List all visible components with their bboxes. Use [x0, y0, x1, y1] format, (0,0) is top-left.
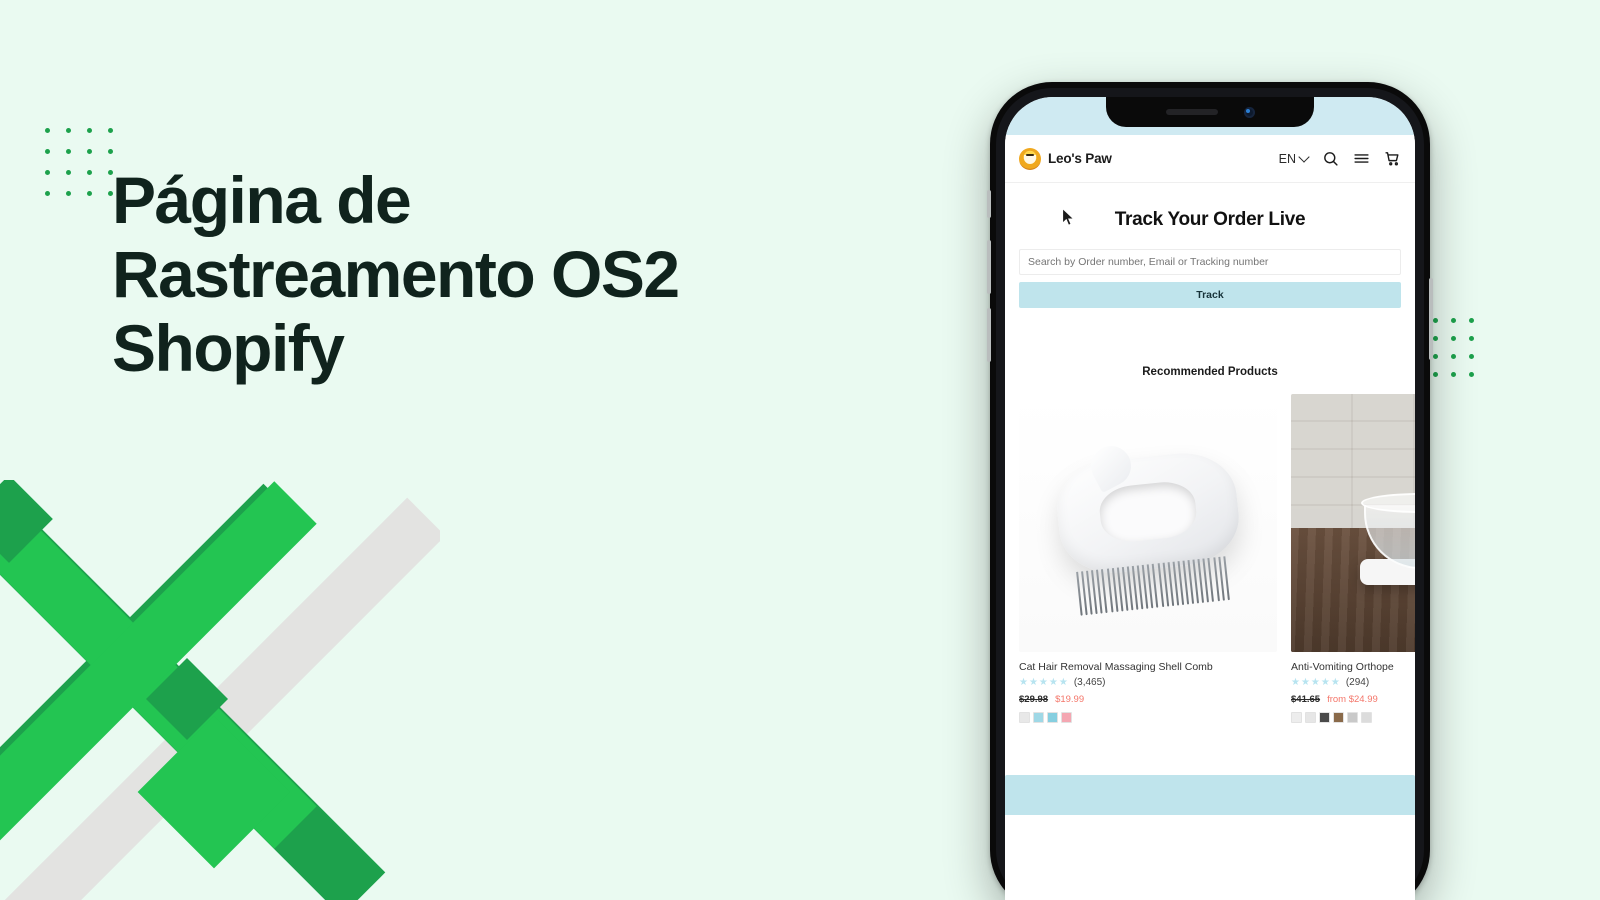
review-count: (3,465) — [1073, 677, 1106, 688]
dark-green-diamond-small — [145, 657, 229, 741]
swatch[interactable] — [1361, 712, 1372, 723]
menu-icon[interactable] — [1353, 150, 1370, 167]
search-icon[interactable] — [1322, 150, 1339, 167]
bottom-banner-bar — [1005, 775, 1415, 815]
site-header: Leo's Paw EN — [1005, 135, 1415, 183]
product-name[interactable]: Anti-Vomiting Orthope — [1291, 661, 1415, 673]
phone-volume-up-button[interactable] — [987, 240, 991, 294]
price-sale: from $24.99 — [1327, 694, 1378, 705]
variant-swatches[interactable] — [1019, 712, 1277, 723]
phone-notch — [1106, 97, 1314, 127]
page-content: Track Your Order Live Track Recommended … — [1005, 183, 1415, 815]
product-price: $41.65 from $24.99 — [1291, 694, 1415, 705]
recommended-products-heading: Recommended Products — [1142, 366, 1278, 378]
dark-green-diamond-small-top — [0, 480, 53, 563]
green-chevron-upper — [0, 480, 317, 849]
product-card[interactable]: Anti-Vomiting Orthope ★★★★★ (294) $41.65… — [1291, 394, 1415, 723]
product-rating: ★★★★★ (3,465) — [1019, 677, 1277, 688]
lion-face-icon — [1019, 147, 1041, 170]
dark-green-chevron-lower — [0, 483, 308, 900]
language-selector[interactable]: EN — [1278, 151, 1310, 166]
earpiece-speaker-icon — [1165, 109, 1218, 115]
swatch[interactable] — [1333, 712, 1344, 723]
swatch[interactable] — [1061, 712, 1072, 723]
brand-logo[interactable]: Leo's Paw — [1019, 147, 1112, 170]
chevron-down-icon — [1298, 151, 1310, 163]
cart-icon[interactable] — [1384, 150, 1401, 167]
swatch[interactable] — [1319, 712, 1330, 723]
track-order-heading: Track Your Order Live — [1114, 209, 1306, 230]
tracking-search-input[interactable] — [1019, 249, 1401, 275]
swatch[interactable] — [1019, 712, 1030, 723]
gray-chevron-bar-upper — [0, 480, 330, 865]
brand-name: Leo's Paw — [1048, 151, 1112, 166]
front-camera-icon — [1243, 106, 1255, 118]
product-rating: ★★★★★ (294) — [1291, 677, 1415, 688]
slide-canvas: Página de Rastreamento OS2 Shopify Leo's… — [0, 0, 1600, 900]
swatch[interactable] — [1347, 712, 1358, 723]
dot-grid-right — [1433, 318, 1474, 377]
star-rating-icon: ★★★★★ — [1019, 677, 1069, 688]
page-title: Página de Rastreamento OS2 Shopify — [112, 163, 680, 386]
green-chevron-lower — [0, 481, 317, 900]
swatch[interactable] — [1291, 712, 1302, 723]
track-button[interactable]: Track — [1019, 282, 1401, 308]
mouse-cursor-icon — [1062, 208, 1075, 226]
decorative-pattern-bottom-left — [0, 480, 440, 900]
recommended-products-list: Cat Hair Removal Massaging Shell Comb ★★… — [1019, 394, 1415, 723]
dark-green-chevron-upper — [0, 480, 386, 900]
phone-volume-down-button[interactable] — [987, 308, 991, 362]
price-original: $41.65 — [1291, 694, 1321, 705]
review-count: (294) — [1345, 677, 1370, 688]
swatch[interactable] — [1047, 712, 1058, 723]
dot-grid-left — [45, 128, 113, 196]
star-rating-icon: ★★★★★ — [1291, 677, 1341, 688]
price-original: $29.98 — [1019, 694, 1049, 705]
phone-power-button[interactable] — [1429, 278, 1433, 360]
swatch[interactable] — [1033, 712, 1044, 723]
swatch[interactable] — [1305, 712, 1316, 723]
language-label: EN — [1278, 151, 1296, 166]
header-actions: EN — [1279, 150, 1401, 167]
product-price: $29.98 $19.99 — [1019, 694, 1277, 705]
gray-chevron-bar-lower — [0, 497, 440, 900]
product-image-bowl[interactable] — [1291, 394, 1415, 652]
green-diamond-large — [137, 715, 291, 869]
variant-swatches[interactable] — [1291, 712, 1415, 723]
phone-mute-switch[interactable] — [987, 190, 991, 218]
product-name[interactable]: Cat Hair Removal Massaging Shell Comb — [1019, 661, 1277, 673]
product-card[interactable]: Cat Hair Removal Massaging Shell Comb ★★… — [1019, 394, 1277, 723]
product-image-comb[interactable] — [1019, 394, 1277, 652]
price-sale: $19.99 — [1055, 694, 1085, 705]
phone-mockup: Leo's Paw EN Track Your Order Live Searc… — [987, 82, 1433, 900]
